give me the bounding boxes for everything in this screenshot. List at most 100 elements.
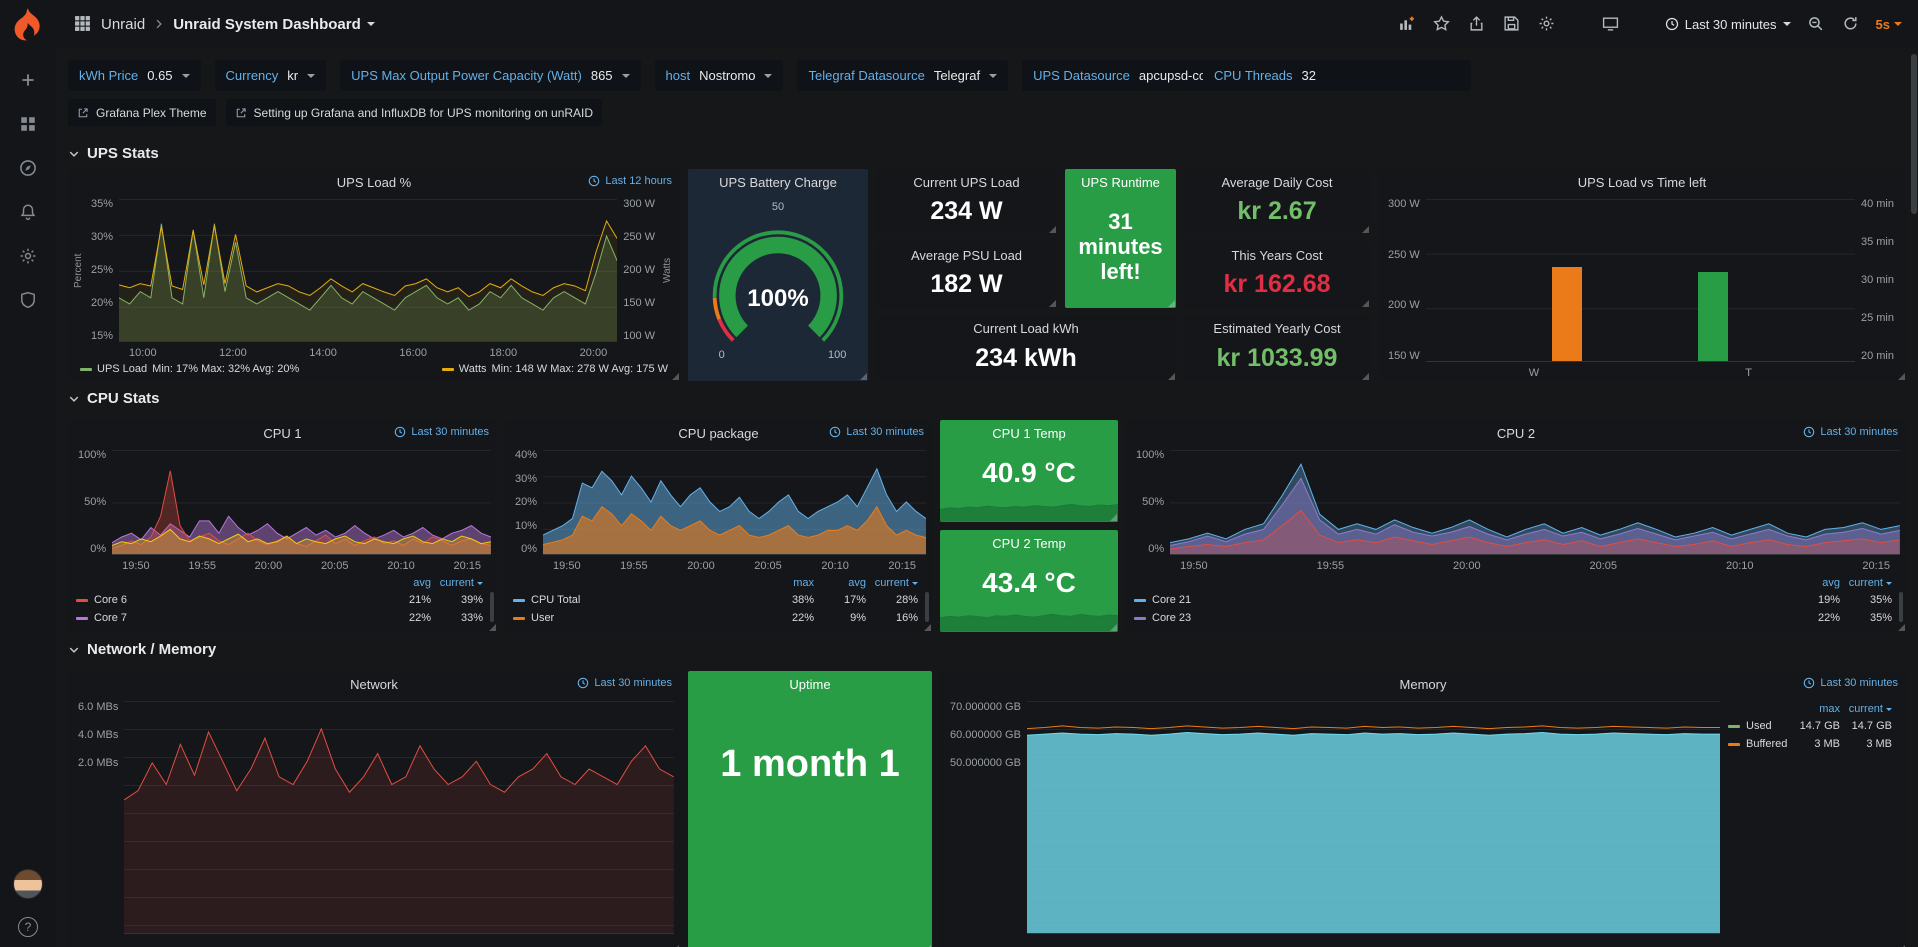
section-header-network-memory[interactable]: Network / Memory [68, 632, 1906, 665]
panel-time-badge[interactable]: Last 30 minutes [1803, 677, 1898, 689]
series-name[interactable]: Core 7 [94, 612, 379, 624]
page-scrollbar[interactable] [1911, 54, 1917, 214]
legend-col-header[interactable]: avg [379, 577, 431, 589]
series-name[interactable]: Core 23 [1152, 612, 1788, 624]
panel-title[interactable]: Network [350, 677, 398, 692]
panel-title[interactable]: Memory [1400, 677, 1447, 692]
legend-col-header[interactable]: current [1840, 703, 1892, 715]
panel-title[interactable]: This Years Cost [1231, 248, 1322, 263]
add-panel-icon[interactable] [1397, 14, 1417, 34]
series-name[interactable]: Watts [459, 363, 487, 375]
panel-header[interactable]: CPU 1 Temp [940, 420, 1118, 446]
plot-area[interactable] [1027, 701, 1720, 934]
variable-value[interactable]: kr [287, 68, 298, 83]
legend-row[interactable]: Core 7 22% 33% [76, 609, 483, 627]
refresh-icon[interactable] [1841, 14, 1861, 34]
panel-header[interactable]: Uptime [688, 671, 932, 697]
legend-row[interactable]: Core 21 19% 35% [1134, 591, 1892, 609]
legend-col-header[interactable]: avg [1788, 577, 1840, 589]
memory-chart[interactable] [1027, 701, 1720, 933]
cpu-threads-input[interactable]: 32 [1302, 68, 1460, 83]
panel-header[interactable]: UPS Load vs Time left [1378, 169, 1906, 195]
panel-header[interactable]: CPU 2 Temp [940, 530, 1118, 556]
panel-title[interactable]: UPS Battery Charge [719, 175, 837, 190]
cpu2-chart[interactable] [1170, 450, 1900, 554]
breadcrumb[interactable]: Unraid [101, 16, 145, 33]
create-plus-icon[interactable] [18, 70, 38, 90]
panel-header[interactable]: Current Load kWh [876, 316, 1176, 342]
plot-area[interactable] [124, 701, 674, 934]
panel-title[interactable]: UPS Runtime [1081, 175, 1160, 190]
panel-time-badge[interactable]: Last 12 hours [588, 175, 672, 187]
zoom-out-icon[interactable] [1806, 14, 1826, 34]
legend-row[interactable]: CPU Total 38% 17% 28% [513, 591, 918, 609]
dashboard-link[interactable]: Setting up Grafana and InfluxDB for UPS … [226, 99, 603, 126]
alerting-bell-icon[interactable] [18, 202, 38, 222]
panel-header[interactable]: UPS Load % Last 12 hours [68, 169, 680, 195]
panel-title[interactable]: UPS Load vs Time left [1578, 175, 1707, 190]
panel-header[interactable]: Average PSU Load [876, 242, 1057, 268]
help-icon[interactable]: ? [18, 917, 38, 937]
explore-compass-icon[interactable] [18, 158, 38, 178]
series-name[interactable]: CPU Total [531, 594, 762, 606]
legend-entry[interactable]: UPS Load Min: 17% Max: 32% Avg: 20% [80, 363, 299, 375]
panel-header[interactable]: Network Last 30 minutes [68, 671, 680, 697]
network-chart[interactable] [124, 701, 674, 933]
refresh-interval-picker[interactable]: 5s [1876, 17, 1902, 32]
variable-value[interactable]: Telegraf [934, 68, 980, 83]
plot-area[interactable] [1170, 450, 1900, 555]
panel-header[interactable]: Average Daily Cost [1184, 169, 1370, 195]
section-header-cpu-stats[interactable]: CPU Stats [68, 381, 1906, 414]
panel-header[interactable]: Memory Last 30 minutes [940, 671, 1906, 697]
variable-dropdown[interactable]: Currency kr [215, 60, 327, 91]
panel-header[interactable]: CPU package Last 30 minutes [505, 420, 932, 446]
panel-title[interactable]: Average Daily Cost [1221, 175, 1332, 190]
panel-time-badge[interactable]: Last 30 minutes [829, 426, 924, 438]
legend-col-header[interactable]: avg [814, 577, 866, 589]
dashboard-settings-gear-icon[interactable] [1537, 14, 1557, 34]
variable-value[interactable]: 865 [591, 68, 613, 83]
panel-title[interactable]: CPU package [678, 426, 758, 441]
plot-area[interactable] [1426, 199, 1855, 362]
dashboard-link[interactable]: Grafana Plex Theme [68, 99, 216, 126]
cpu-threads-field[interactable]: CPU Threads 32 [1203, 60, 1471, 91]
bar[interactable] [1552, 267, 1582, 361]
panel-time-badge[interactable]: Last 30 minutes [1803, 426, 1898, 438]
panel-title[interactable]: CPU 2 Temp [992, 536, 1065, 551]
dashboards-icon[interactable] [18, 114, 38, 134]
panel-title[interactable]: Estimated Yearly Cost [1213, 321, 1340, 336]
plot-area[interactable] [543, 450, 926, 555]
plot-area[interactable] [119, 199, 617, 342]
legend-col-header[interactable]: current [1840, 577, 1892, 589]
variable-value[interactable]: 0.65 [147, 68, 172, 83]
series-name[interactable]: UPS Load [97, 363, 147, 375]
section-header-ups-stats[interactable]: UPS Stats [68, 136, 1906, 169]
cpu-package-chart[interactable] [543, 450, 926, 554]
bar[interactable] [1698, 272, 1728, 361]
legend-row[interactable]: Core 23 22% 35% [1134, 609, 1892, 627]
panel-title[interactable]: Average PSU Load [911, 248, 1022, 263]
panel-title[interactable]: Uptime [789, 677, 830, 692]
legend-row[interactable]: Used 14.7 GB 14.7 GB [1728, 717, 1892, 735]
plot-area[interactable] [112, 450, 491, 555]
panel-header[interactable]: Estimated Yearly Cost [1184, 316, 1370, 342]
panel-title[interactable]: Current Load kWh [973, 321, 1079, 336]
series-name[interactable]: Core 21 [1152, 594, 1788, 606]
legend-row[interactable]: User 22% 9% 16% [513, 609, 918, 627]
panel-header[interactable]: UPS Runtime [1065, 169, 1176, 195]
panel-header[interactable]: UPS Battery Charge [688, 169, 868, 195]
cpu1-chart[interactable] [112, 450, 491, 554]
legend-scrollbar[interactable] [1899, 592, 1903, 622]
share-icon[interactable] [1467, 14, 1487, 34]
ups-load-chart[interactable] [119, 199, 617, 341]
panel-title[interactable]: UPS Load % [337, 175, 411, 190]
server-admin-shield-icon[interactable] [18, 290, 38, 310]
star-icon[interactable] [1432, 14, 1452, 34]
legend-scrollbar[interactable] [925, 592, 929, 622]
panel-title[interactable]: CPU 2 [1497, 426, 1535, 441]
panel-title[interactable]: CPU 1 [263, 426, 301, 441]
legend-col-header[interactable]: current [866, 577, 918, 589]
panel-header[interactable]: Current UPS Load [876, 169, 1057, 195]
series-name[interactable]: Used [1746, 720, 1788, 732]
grafana-logo[interactable] [9, 6, 47, 44]
